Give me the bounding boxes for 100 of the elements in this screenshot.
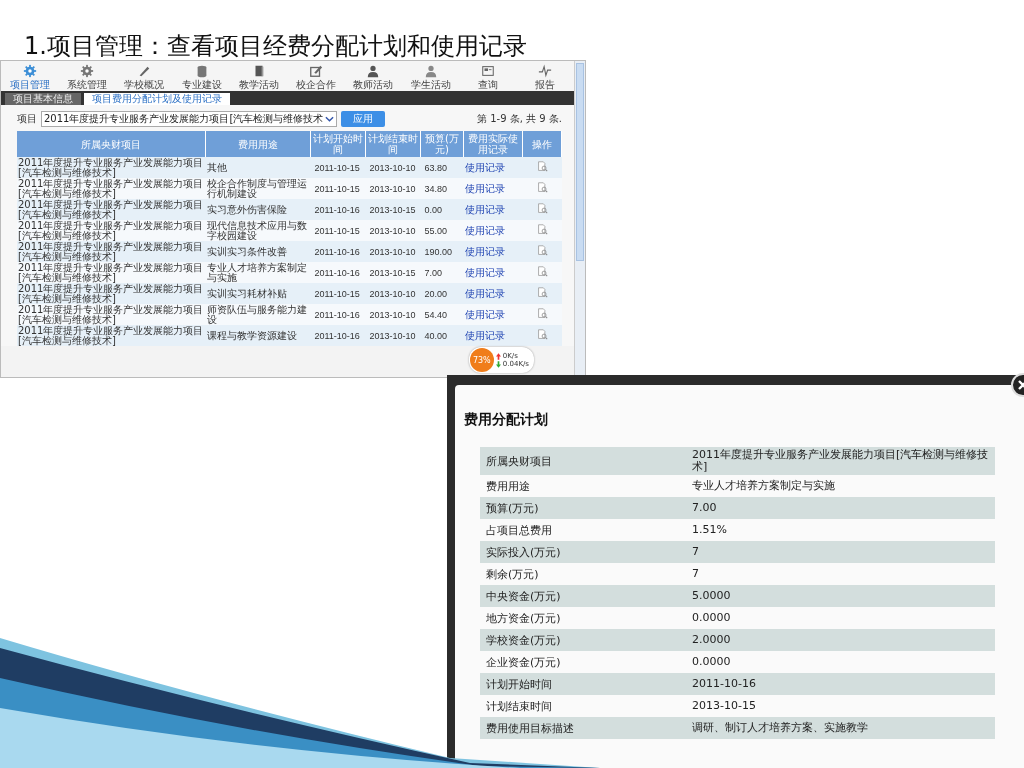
table-cell: 0.00 xyxy=(420,199,464,220)
field-label: 地方资金(万元) xyxy=(485,610,562,626)
usage-record-link[interactable]: 使用记录 xyxy=(463,241,523,262)
gear-icon[interactable] xyxy=(22,64,37,78)
up-arrow-icon xyxy=(495,352,501,360)
field-value: 2011-10-16 xyxy=(692,678,757,690)
record-count: 第 1-9 条, 共 9 条. xyxy=(477,112,562,126)
table-cell: 2011-10-15 xyxy=(310,283,366,304)
table-cell: 2013-10-15 xyxy=(365,262,421,283)
table-cell: 55.00 xyxy=(420,220,464,241)
view-icon[interactable] xyxy=(536,308,548,319)
view-icon[interactable] xyxy=(536,329,548,340)
toolbar-label[interactable]: 系统管理 xyxy=(66,79,107,90)
table-cell: 54.40 xyxy=(420,304,464,325)
pencil-icon[interactable] xyxy=(137,64,152,78)
tab[interactable]: 项目基本信息 xyxy=(5,93,81,105)
table-cell: 师资队伍与服务能力建设 xyxy=(205,304,311,325)
table-cell: 34.80 xyxy=(420,178,464,199)
table-cell: 实训实习条件改善 xyxy=(205,241,311,262)
table-cell: 2011-10-16 xyxy=(310,241,366,262)
toolbar-label[interactable]: 教师活动 xyxy=(353,79,394,90)
usage-record-link[interactable]: 使用记录 xyxy=(463,283,523,304)
table-cell: 2011-10-15 xyxy=(310,157,366,178)
table-cell: 2011年度提升专业服务产业发展能力项目[汽车检测与维修技术] xyxy=(17,220,206,241)
table-cell: 7.00 xyxy=(420,262,464,283)
table-cell: 2011年度提升专业服务产业发展能力项目[汽车检测与维修技术] xyxy=(17,199,206,220)
scrollbar-thumb[interactable] xyxy=(576,63,584,261)
field-value: 5.0000 xyxy=(692,590,732,602)
toolbar-label[interactable]: 专业建设 xyxy=(181,79,222,90)
person-icon[interactable] xyxy=(423,64,438,78)
table-cell: 190.00 xyxy=(420,241,464,262)
filter-label: 项目 xyxy=(17,112,37,126)
table-cell: 2011年度提升专业服务产业发展能力项目[汽车检测与维修技术] xyxy=(17,157,206,178)
waveform-icon[interactable] xyxy=(538,64,553,78)
field-value: 调研、制订人才培养方案、实施教学 xyxy=(692,722,869,734)
usage-record-link[interactable]: 使用记录 xyxy=(463,325,523,346)
view-icon[interactable] xyxy=(536,266,548,277)
table-cell: 2013-10-15 xyxy=(365,199,421,220)
table-cell: 2013-10-10 xyxy=(365,304,421,325)
view-icon[interactable] xyxy=(536,182,548,193)
usage-record-link[interactable]: 使用记录 xyxy=(463,199,523,220)
usage-record-link[interactable]: 使用记录 xyxy=(463,304,523,325)
card-icon[interactable] xyxy=(481,64,496,78)
field-value: 7 xyxy=(692,568,700,580)
table-cell: 2011-10-16 xyxy=(310,325,366,346)
view-icon[interactable] xyxy=(536,245,548,256)
view-icon[interactable] xyxy=(536,161,548,172)
person-icon[interactable] xyxy=(366,64,381,78)
usage-record-link[interactable]: 使用记录 xyxy=(463,220,523,241)
table-cell: 2011年度提升专业服务产业发展能力项目[汽车检测与维修技术] xyxy=(17,325,206,346)
view-icon[interactable] xyxy=(536,203,548,214)
column-header: 计划开始时间 xyxy=(310,131,366,157)
field-label: 剩余(万元) xyxy=(485,566,540,582)
edit-icon[interactable] xyxy=(309,64,324,78)
column-header: 费用用途 xyxy=(205,131,311,157)
table-cell: 2011-10-16 xyxy=(310,199,366,220)
field-label: 计划结束时间 xyxy=(485,698,553,714)
table-cell: 2011-10-15 xyxy=(310,178,366,199)
usage-record-link[interactable]: 使用记录 xyxy=(463,262,523,283)
toolbar-label[interactable]: 报告 xyxy=(535,79,556,90)
field-label: 费用使用目标描述 xyxy=(485,720,575,736)
table-cell: 40.00 xyxy=(420,325,464,346)
table-cell: 2013-10-10 xyxy=(365,325,421,346)
caret-icon xyxy=(325,115,335,123)
field-value: 2011年度提升专业服务产业发展能力项目[汽车检测与维修技术] xyxy=(692,449,990,473)
table-cell: 2011年度提升专业服务产业发展能力项目[汽车检测与维修技术] xyxy=(17,178,206,199)
cpu-percent: 73% xyxy=(469,348,494,372)
toolbar-label[interactable]: 学生活动 xyxy=(410,79,451,90)
field-value: 7 xyxy=(692,546,700,558)
usage-record-link[interactable]: 使用记录 xyxy=(463,178,523,199)
field-value: 7.00 xyxy=(692,502,718,514)
tab[interactable]: 项目费用分配计划及使用记录 xyxy=(84,93,230,105)
field-label: 预算(万元) xyxy=(485,500,540,516)
toolbar-label[interactable]: 校企合作 xyxy=(296,79,337,90)
view-icon[interactable] xyxy=(536,287,548,298)
view-icon[interactable] xyxy=(536,224,548,235)
field-value: 1.51% xyxy=(692,524,728,536)
project-dropdown[interactable]: 2011年度提升专业服务产业发展能力项目[汽车检测与维修技术 xyxy=(41,111,338,127)
field-label: 费用用途 xyxy=(485,478,531,494)
table-cell: 2013-10-10 xyxy=(365,220,421,241)
table-cell: 2011-10-16 xyxy=(310,262,366,283)
table-cell: 实习意外伤害保险 xyxy=(205,199,311,220)
toolbar-label[interactable]: 查询 xyxy=(478,79,499,90)
table-cell: 2011年度提升专业服务产业发展能力项目[汽车检测与维修技术] xyxy=(17,241,206,262)
gear-icon[interactable] xyxy=(79,64,94,78)
field-value: 2013-10-15 xyxy=(692,700,757,712)
toolbar-label[interactable]: 教学活动 xyxy=(238,79,279,90)
column-header: 预算(万元) xyxy=(420,131,464,157)
toolbar-label[interactable]: 项目管理 xyxy=(9,79,50,90)
column-header: 计划结束时间 xyxy=(365,131,421,157)
field-label: 所属央财项目 xyxy=(485,453,553,469)
field-label: 占项目总费用 xyxy=(485,522,553,538)
table-cell: 2013-10-10 xyxy=(365,283,421,304)
field-label: 实际投入(万元) xyxy=(485,544,562,560)
table-cell: 2013-10-10 xyxy=(365,178,421,199)
scrollbar[interactable] xyxy=(574,61,585,377)
toolbar-label[interactable]: 学校概况 xyxy=(124,79,165,90)
column-header: 操作 xyxy=(522,131,562,157)
usage-record-link[interactable]: 使用记录 xyxy=(463,157,523,178)
table-cell: 2011年度提升专业服务产业发展能力项目[汽车检测与维修技术] xyxy=(17,283,206,304)
